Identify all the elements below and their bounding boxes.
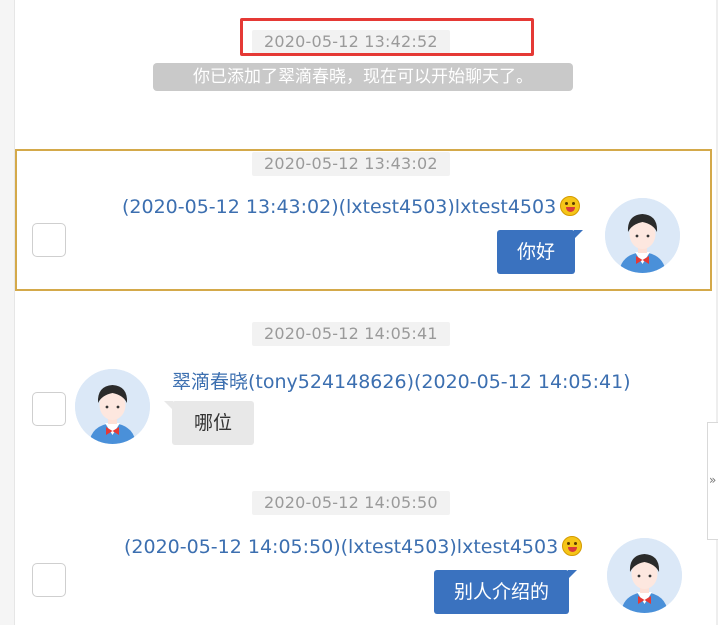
message-checkbox[interactable]	[32, 392, 66, 426]
message-checkbox[interactable]	[32, 563, 66, 597]
sender-name: (2020-05-12 14:05:50)(lxtest4503)lxtest4…	[124, 536, 559, 558]
timestamp-highlight-box	[240, 18, 534, 56]
message-timestamp: 2020-05-12 14:05:50	[252, 491, 450, 515]
grinning-face-emoji-icon	[562, 536, 583, 556]
outgoing-message-bubble[interactable]: 你好	[497, 230, 584, 274]
incoming-message-bubble[interactable]: 哪位	[163, 401, 255, 445]
sender-name: (2020-05-12 13:43:02)(lxtest4503)lxtest4…	[122, 196, 557, 218]
sender-name: 翠滴春晓(tony524148626)(2020-05-12 14:05:41)	[172, 371, 631, 393]
double-chevron-right-icon: »	[709, 473, 717, 487]
grinning-face-emoji-icon	[560, 196, 581, 216]
side-panel-toggle[interactable]: »	[707, 422, 718, 540]
outgoing-message-bubble[interactable]: 别人介绍的	[434, 570, 578, 614]
left-rail	[0, 0, 15, 625]
contact-avatar-icon[interactable]	[75, 369, 150, 444]
message-checkbox[interactable]	[32, 223, 66, 257]
system-notice: 你已添加了翠滴春晓，现在可以开始聊天了。	[153, 63, 573, 91]
sender-line: 翠滴春晓(tony524148626)(2020-05-12 14:05:41)	[172, 367, 631, 394]
message-timestamp: 2020-05-12 13:43:02	[252, 152, 450, 176]
sender-line: (2020-05-12 13:43:02)(lxtest4503)lxtest4…	[122, 196, 581, 218]
user-avatar-icon[interactable]	[607, 538, 682, 613]
message-timestamp: 2020-05-12 14:05:41	[252, 322, 450, 346]
sender-line: (2020-05-12 14:05:50)(lxtest4503)lxtest4…	[124, 536, 583, 558]
user-avatar-icon[interactable]	[605, 198, 680, 273]
